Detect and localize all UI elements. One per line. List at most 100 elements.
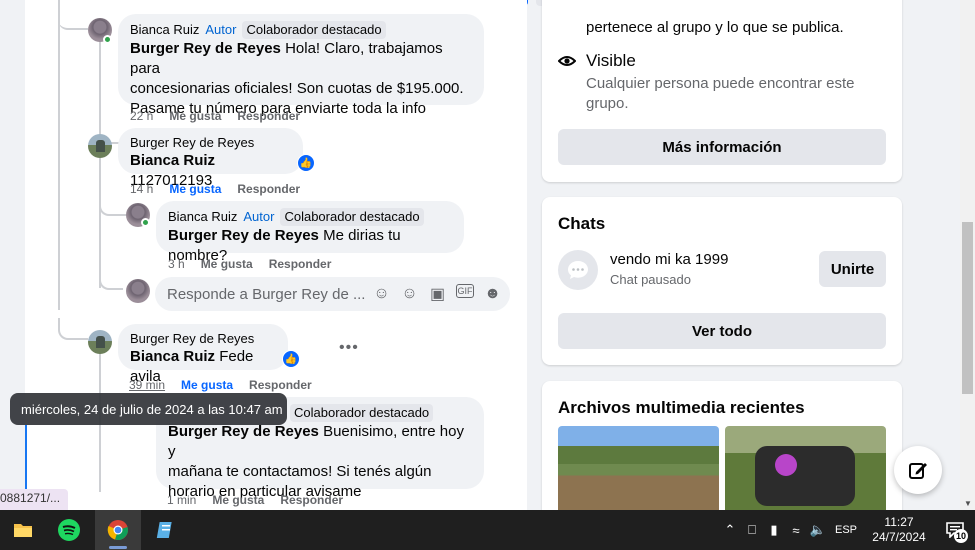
reply-input-tools: ☺ ☺ ▣ GIF ☻ bbox=[372, 284, 502, 303]
reply-input[interactable]: Responde a Burger Rey de ... ☺ ☺ ▣ GIF ☻ bbox=[155, 277, 510, 311]
comment-time[interactable]: 22 h bbox=[130, 109, 153, 123]
join-chat-button[interactable]: Unirte bbox=[819, 251, 886, 287]
comment-time[interactable]: 3 h bbox=[168, 257, 185, 271]
comment-actions: 22 h Me gusta Responder bbox=[130, 109, 300, 123]
media-thumbnail[interactable] bbox=[725, 426, 886, 516]
comment-actions: 3 h Me gusta Responder bbox=[168, 257, 331, 271]
comment-author[interactable]: Burger Rey de Reyes bbox=[130, 135, 254, 151]
eye-icon bbox=[557, 54, 577, 68]
thumbnail-detail bbox=[775, 454, 797, 476]
more-info-button[interactable]: Más información bbox=[558, 129, 886, 165]
comment-time[interactable]: 39 min bbox=[129, 378, 165, 392]
chevron-up-icon[interactable]: ⌃ bbox=[719, 522, 741, 538]
like-button[interactable]: Me gusta bbox=[212, 493, 264, 507]
taskbar: ⌃ ⎕ ▮ ≈ 🔈 ESP 11:27 24/7/2024 10 bbox=[0, 510, 975, 550]
comment-composer-avatar bbox=[126, 279, 150, 303]
emoji-icon[interactable]: ☺ bbox=[400, 284, 419, 303]
notification-count-badge: 10 bbox=[954, 529, 968, 543]
file-explorer-icon[interactable] bbox=[0, 510, 46, 550]
chat-name[interactable]: vendo mi ka 1999 bbox=[610, 251, 728, 268]
recent-media-card: Archivos multimedia recientes bbox=[542, 381, 902, 521]
comment-author-row: Bianca Ruiz Autor Colaborador destacado bbox=[130, 21, 472, 39]
sticker-icon[interactable]: ☻ bbox=[483, 284, 502, 303]
comment-bubble: Bianca Ruiz Autor Colaborador destacado … bbox=[118, 14, 484, 117]
author-badge: Autor bbox=[205, 22, 237, 37]
online-status-icon bbox=[141, 218, 150, 227]
comment-author[interactable]: Burger Rey de Reyes bbox=[130, 331, 254, 347]
reply-button[interactable]: Responder bbox=[269, 257, 332, 271]
chrome-icon[interactable] bbox=[95, 510, 141, 550]
comment-time[interactable]: 14 h bbox=[130, 182, 153, 196]
clock-date: 24/7/2024 bbox=[872, 530, 926, 544]
visibility-description: Cualquier persona puede encontrar este g… bbox=[586, 74, 855, 114]
media-thumbnail[interactable] bbox=[558, 426, 719, 516]
spotify-icon[interactable] bbox=[46, 510, 92, 550]
status-url: 0881271/... bbox=[0, 489, 69, 510]
clock[interactable]: 11:27 24/7/2024 bbox=[863, 515, 935, 545]
comment-author-row: Burger Rey de Reyes bbox=[130, 331, 276, 347]
like-button[interactable]: Me gusta bbox=[169, 109, 221, 123]
focus-indicator-line bbox=[25, 425, 27, 490]
like-reaction-icon[interactable]: 👍 bbox=[297, 154, 315, 172]
notification-center[interactable]: 10 bbox=[935, 510, 975, 550]
chat-bubble-icon[interactable] bbox=[558, 250, 598, 290]
system-tray: ⌃ ⎕ ▮ ≈ 🔈 ESP 11:27 24/7/2024 10 bbox=[719, 510, 975, 550]
featured-contributor-badge: Colaborador destacado bbox=[280, 208, 424, 226]
like-reaction-icon[interactable]: 👍 bbox=[282, 350, 300, 368]
meet-now-icon[interactable]: ⎕ bbox=[741, 522, 763, 538]
like-button[interactable]: Me gusta bbox=[181, 378, 233, 392]
page-scrollbar[interactable]: ▼ bbox=[960, 0, 975, 510]
comment-bubble: Burger Rey de Reyes Bianca Ruiz Fede avi… bbox=[118, 324, 288, 385]
scroll-down-arrow-icon[interactable]: ▼ bbox=[964, 499, 972, 508]
camera-icon[interactable]: ▣ bbox=[428, 284, 447, 303]
scrollbar-thumb[interactable] bbox=[962, 222, 973, 394]
avatar[interactable] bbox=[88, 330, 112, 354]
featured-contributor-badge: Colaborador destacado bbox=[242, 21, 386, 39]
more-options-icon[interactable]: ••• bbox=[339, 339, 359, 357]
comment-author-row: Bianca Ruiz Autor Colaborador destacado bbox=[168, 208, 452, 226]
thread-connector bbox=[58, 0, 88, 30]
timestamp-tooltip: miércoles, 24 de julio de 2024 a las 10:… bbox=[10, 393, 287, 425]
mention[interactable]: Bianca Ruiz bbox=[130, 348, 215, 365]
visibility-title: Visible bbox=[586, 51, 636, 70]
volume-icon[interactable]: 🔈 bbox=[807, 522, 829, 538]
avatar[interactable] bbox=[126, 279, 150, 303]
like-button[interactable]: Me gusta bbox=[201, 257, 253, 271]
comment-author[interactable]: Bianca Ruiz bbox=[130, 22, 199, 38]
reply-button[interactable]: Responder bbox=[280, 493, 343, 507]
mention[interactable]: Bianca Ruiz bbox=[130, 152, 215, 169]
comment-actions: 14 h Me gusta Responder bbox=[130, 182, 300, 196]
gif-icon[interactable]: GIF bbox=[456, 284, 474, 298]
comment-text-line: concesionarias oficiales! Son cuotas de … bbox=[130, 80, 464, 97]
mention[interactable]: Burger Rey de Reyes bbox=[168, 423, 319, 440]
comment-time[interactable]: 1 min bbox=[167, 493, 196, 507]
comment bbox=[88, 330, 112, 354]
comment-author-row: Burger Rey de Reyes bbox=[130, 135, 291, 151]
comment-actions: 39 min Me gusta Responder bbox=[129, 378, 312, 392]
reply-button[interactable]: Responder bbox=[237, 109, 300, 123]
see-all-chats-button[interactable]: Ver todo bbox=[558, 313, 886, 349]
mention[interactable]: Burger Rey de Reyes bbox=[168, 227, 319, 244]
reply-button[interactable]: Responder bbox=[249, 378, 312, 392]
compose-icon bbox=[909, 463, 927, 479]
mention[interactable]: Burger Rey de Reyes bbox=[130, 40, 281, 57]
avatar[interactable] bbox=[88, 134, 112, 158]
language-indicator[interactable]: ESP bbox=[829, 524, 863, 536]
thread-connector bbox=[99, 200, 127, 216]
comment-text: Burger Rey de Reyes Hola! Claro, trabaja… bbox=[130, 39, 472, 79]
recent-media-title: Archivos multimedia recientes bbox=[558, 398, 805, 417]
avatar-sticker-icon[interactable]: ☺ bbox=[372, 284, 391, 303]
comment-author[interactable]: Bianca Ruiz bbox=[168, 209, 237, 225]
comment-actions: 1 min Me gusta Responder bbox=[167, 493, 343, 507]
clock-time: 11:27 bbox=[884, 515, 914, 529]
wifi-icon[interactable]: ≈ bbox=[785, 523, 807, 538]
new-message-button[interactable] bbox=[894, 446, 942, 494]
like-button[interactable]: Me gusta bbox=[169, 182, 221, 196]
comment-bubble: Burger Rey de Reyes Bianca Ruiz 11270121… bbox=[118, 128, 303, 189]
chats-title: Chats bbox=[558, 214, 606, 233]
comment-text: Burger Rey de Reyes Buenisimo, entre hoy… bbox=[168, 422, 472, 462]
reply-button[interactable]: Responder bbox=[237, 182, 300, 196]
notepad-icon[interactable] bbox=[143, 510, 189, 550]
thread-connector bbox=[99, 268, 123, 290]
battery-icon[interactable]: ▮ bbox=[763, 522, 785, 538]
